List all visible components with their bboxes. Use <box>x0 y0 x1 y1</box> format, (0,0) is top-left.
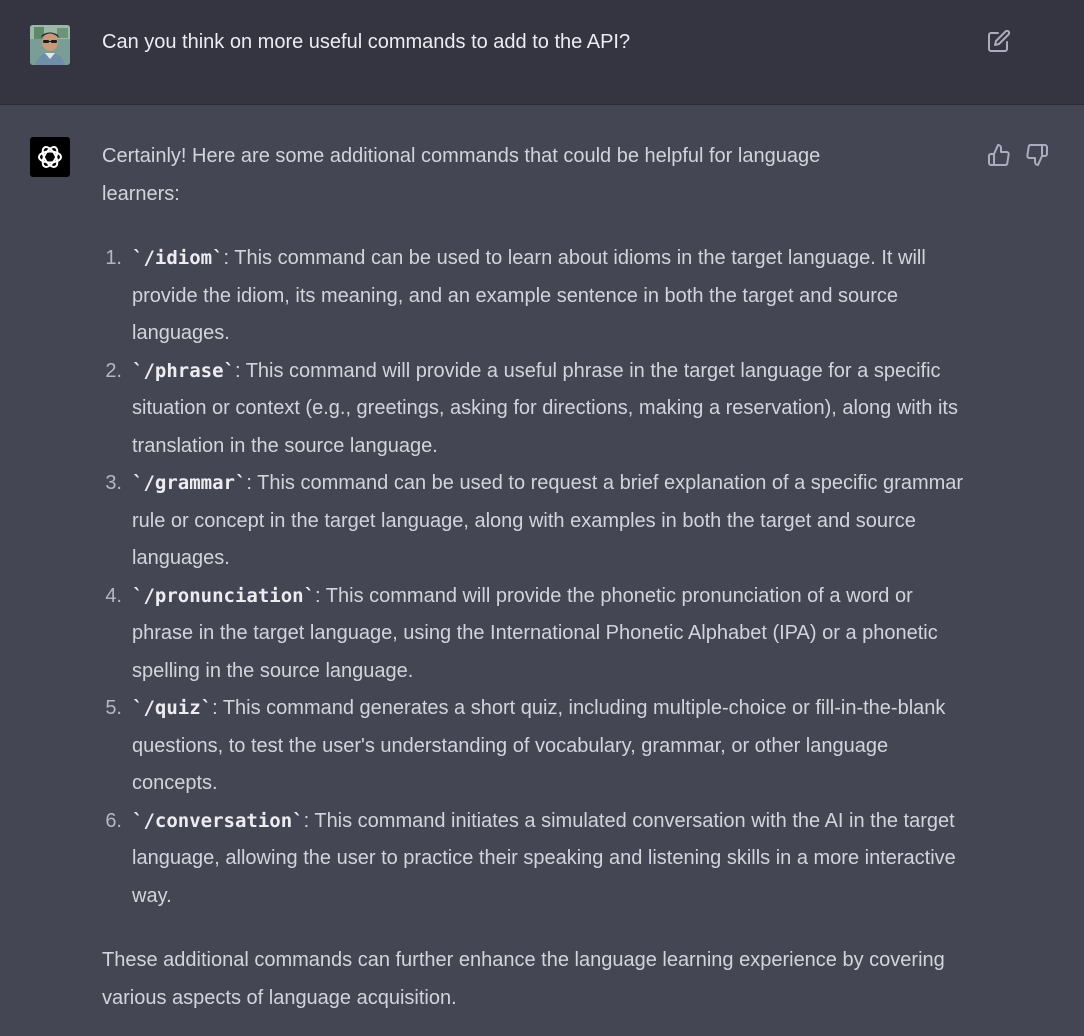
thumbs-up-icon[interactable] <box>987 143 1011 167</box>
assistant-message-body: Certainly! Here are some additional comm… <box>102 138 982 1017</box>
user-message-row: Can you think on more useful commands to… <box>0 0 1084 105</box>
item-number: 4. <box>105 584 122 607</box>
item-number: 6. <box>105 809 122 832</box>
command-description: : This command can be used to request a … <box>132 472 964 569</box>
answer-intro: Certainly! Here are some additional comm… <box>102 145 821 205</box>
assistant-avatar <box>30 137 70 177</box>
list-item: 1. `/idiom`: This command can be used to … <box>102 240 972 353</box>
command-description: : This command generates a short quiz, i… <box>132 697 946 794</box>
item-number: 3. <box>105 472 122 494</box>
command-name: `/conversation` <box>132 809 304 832</box>
command-name: `/phrase` <box>132 359 235 382</box>
edit-icon[interactable] <box>987 29 1011 53</box>
item-number: 5. <box>105 697 122 719</box>
item-number: 2. <box>105 359 122 382</box>
thumbs-down-icon[interactable] <box>1025 143 1049 167</box>
list-item: 3. `/grammar`: This command can be used t… <box>102 465 972 578</box>
item-number: 1. <box>105 247 122 269</box>
command-name: `/pronunciation` <box>132 584 316 607</box>
list-item: 5. `/quiz`: This command generates a shor… <box>102 690 972 803</box>
user-avatar-photo-icon <box>30 25 70 65</box>
answer-conclusion: These additional commands can further en… <box>102 949 945 1009</box>
user-avatar <box>30 25 70 65</box>
command-name: `/quiz` <box>132 697 213 719</box>
list-item: 2. `/phrase`: This command will provide a… <box>102 353 972 466</box>
list-item: 6. `/conversation`: This command initiate… <box>102 803 972 916</box>
command-name: `/grammar` <box>132 472 247 494</box>
user-message-text: Can you think on more useful commands to… <box>102 31 631 53</box>
command-description: : This command will provide a useful phr… <box>132 359 958 457</box>
openai-logo-icon <box>38 146 62 168</box>
assistant-message-row: Certainly! Here are some additional comm… <box>0 105 1084 1036</box>
command-name: `/idiom` <box>132 247 224 269</box>
command-list: 1. `/idiom`: This command can be used to … <box>102 240 972 915</box>
command-description: : This command can be used to learn abou… <box>132 247 926 344</box>
list-item: 4. `/pronunciation`: This command will pr… <box>102 578 972 691</box>
